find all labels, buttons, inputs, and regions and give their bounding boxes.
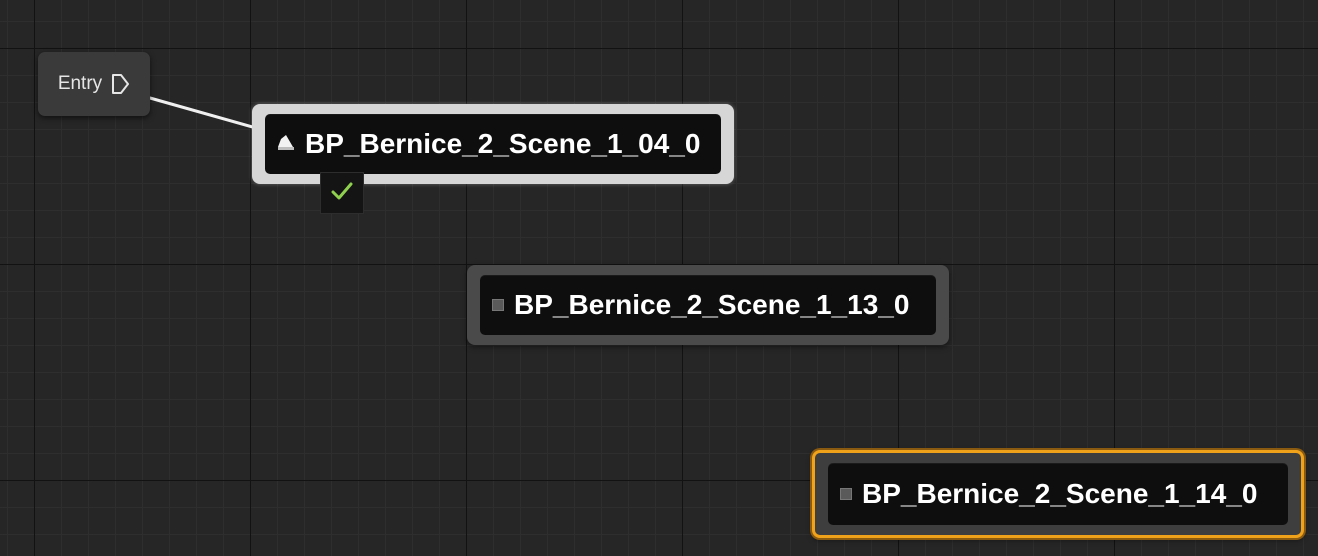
check-icon: [331, 181, 353, 205]
entry-label: Entry: [57, 73, 103, 94]
state-node-scene-1-14[interactable]: BP_Bernice_2_Scene_1_14_0: [812, 450, 1304, 538]
state-title: BP_Bernice_2_Scene_1_13_0: [514, 289, 910, 320]
state-square-icon: [840, 488, 852, 500]
state-title: BP_Bernice_2_Scene_1_14_0: [862, 478, 1258, 509]
sound-icon: [277, 133, 295, 155]
state-square-icon: [492, 299, 504, 311]
state-node-body: BP_Bernice_2_Scene_1_04_0: [265, 114, 721, 174]
entry-node[interactable]: Entry: [38, 52, 150, 116]
state-node-body: BP_Bernice_2_Scene_1_13_0: [480, 275, 936, 335]
transition-rule-button[interactable]: [320, 172, 364, 214]
state-node-body: BP_Bernice_2_Scene_1_14_0: [828, 463, 1288, 525]
state-title: BP_Bernice_2_Scene_1_04_0: [305, 128, 701, 159]
state-node-scene-1-13[interactable]: BP_Bernice_2_Scene_1_13_0: [467, 265, 949, 345]
entry-pin-icon[interactable]: [110, 73, 130, 95]
graph-canvas[interactable]: Entry BP_Bernice_2_Scene_1_04_0 BP_Berni…: [0, 0, 1318, 556]
